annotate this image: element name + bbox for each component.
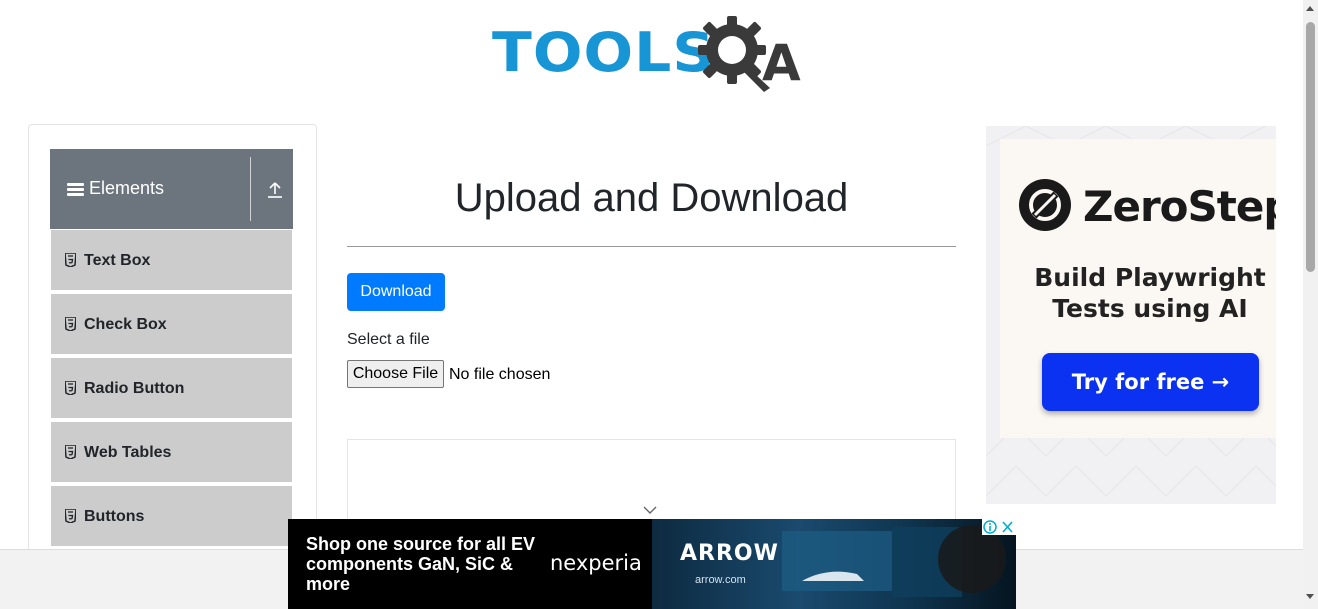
group-title: Elements: [89, 178, 165, 198]
html5-icon: [65, 509, 76, 523]
sidebar-item-label: Web Tables: [84, 444, 172, 461]
elements-group-header[interactable]: Elements: [50, 149, 293, 229]
sidebar-item-label: Buttons: [84, 508, 145, 525]
ad-headline: Shop one source for all EV components Ga…: [306, 534, 536, 594]
zerostep-tagline: Build Playwright Tests using AI: [1034, 263, 1266, 323]
hamburger-icon: [67, 183, 84, 197]
html5-icon: [65, 445, 76, 459]
file-status-text: No file chosen: [449, 366, 551, 383]
sidebar-item-check-box[interactable]: Check Box: [51, 294, 292, 356]
page-title: Upload and Download: [454, 176, 849, 220]
ad-info-icon[interactable]: [983, 520, 997, 534]
try-for-free-button[interactable]: Try for free →: [1042, 353, 1259, 411]
chevron-down-icon[interactable]: [643, 505, 657, 515]
arrow-url: arrow.com: [695, 574, 746, 586]
logo-text-a: A: [762, 34, 801, 92]
sidebar-item-label: Check Box: [84, 316, 167, 333]
toolsqa-logo[interactable]: TOOLS A: [492, 14, 816, 92]
sidebar-item-text-box[interactable]: Text Box: [51, 230, 292, 292]
title-divider: [347, 246, 956, 247]
scroll-down-arrow[interactable]: [1306, 594, 1314, 599]
upload-arrow-icon: [268, 182, 282, 198]
logo-text-tools: TOOLS: [492, 21, 716, 84]
ad-choices[interactable]: [982, 519, 1016, 535]
sidebar-item-buttons[interactable]: Buttons: [51, 486, 292, 548]
zerostep-ad[interactable]: ZeroStep Build Playwright Tests using AI…: [986, 126, 1276, 504]
zerostep-brand: ZeroStep: [1083, 182, 1276, 231]
sidebar-item-label: Text Box: [84, 252, 151, 269]
nexperia-arrow-ad[interactable]: Shop one source for all EV components Ga…: [288, 519, 1016, 609]
select-file-label: Select a file: [347, 331, 430, 348]
sidebar-item-radio-button[interactable]: Radio Button: [51, 358, 292, 420]
arrow-brand: ARROW: [680, 541, 779, 566]
html5-icon: [65, 317, 76, 331]
zerostep-logo-icon: [1019, 179, 1071, 231]
scrollbar-thumb[interactable]: [1306, 22, 1315, 272]
header-divider: [250, 157, 251, 221]
ad-close-icon[interactable]: [1002, 521, 1013, 533]
sidebar-item-web-tables[interactable]: Web Tables: [51, 422, 292, 484]
html5-icon: [65, 381, 76, 395]
download-button[interactable]: Download: [347, 273, 445, 311]
scroll-up-arrow[interactable]: [1306, 6, 1314, 11]
nexperia-brand: nexperia: [550, 551, 642, 575]
choose-file-button[interactable]: Choose File: [347, 360, 444, 388]
html5-icon: [65, 253, 76, 267]
sidebar-item-label: Radio Button: [84, 380, 185, 397]
